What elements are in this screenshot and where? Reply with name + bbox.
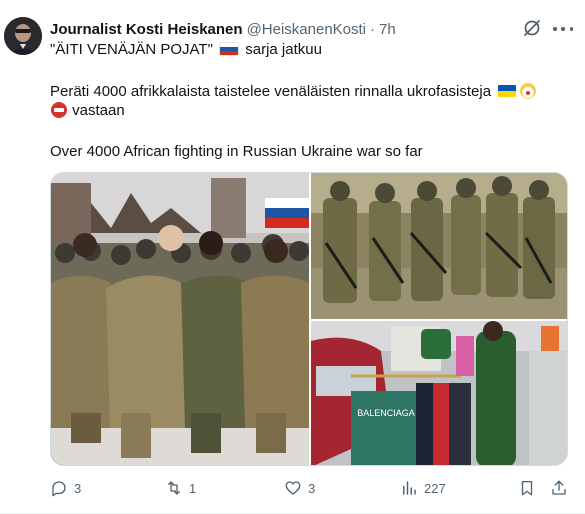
photo-armed-soldiers[interactable] [311,173,567,319]
share-icon [552,480,566,495]
like-count: 3 [308,480,316,496]
tweet-actions: 3 1 3 227 [50,475,575,501]
repost-button[interactable]: 1 [165,475,196,501]
tweet-text-series: sarja jatkuu [245,41,322,58]
share-button[interactable] [550,475,574,501]
media-grid: BALENCIAGA [50,172,568,466]
repost-count: 1 [189,480,197,496]
tweet-text-line-1: "ÄITI VENÄJÄN POJAT" sarja jatkuu [50,40,570,60]
more-icon[interactable] [553,22,573,36]
tweet-text-quote: "ÄITI VENÄJÄN POJAT" [50,41,213,58]
photo-soldiers-group[interactable] [51,173,309,465]
russia-flag-icon [220,43,239,55]
author-name[interactable]: Journalist Kosti Heiskanen [50,21,243,38]
tweet[interactable]: Journalist Kosti Heiskanen @HeiskanenKos… [0,0,585,514]
like-button[interactable]: 3 [284,475,315,501]
bookmark-button[interactable] [518,475,542,501]
more-dot [561,27,565,31]
author-handle[interactable]: @HeiskanenKosti [247,21,366,38]
reply-count: 3 [74,480,82,496]
more-dot [553,27,557,31]
tweet-text-against: vastaan [72,102,125,119]
heart-icon [285,481,301,495]
angry-face-icon [51,102,67,118]
photo-clothing-market[interactable]: BALENCIAGA [311,321,567,465]
views-icon [403,481,416,495]
views-count: 227 [424,480,446,496]
reply-icon [52,481,66,497]
shirt-text: BALENCIAGA [357,408,415,418]
grok-icon[interactable] [522,18,542,38]
bookmark-icon [521,480,533,496]
avatar[interactable] [4,17,42,55]
tweet-text-english: Over 4000 African fighting in Russian Uk… [50,143,423,160]
tweet-text-line-3: vastaan [50,101,570,121]
tweet-text-finnish: Peräti 4000 afrikkalaista taistelee venä… [50,83,492,100]
ukraine-flag-icon [498,85,517,97]
views-button[interactable]: 227 [400,475,446,501]
timestamp[interactable]: 7h [379,21,396,38]
clown-icon [520,83,537,99]
tweet-text-line-2: Peräti 4000 afrikkalaista taistelee venä… [50,82,570,102]
tweet-header: Journalist Kosti Heiskanen @HeiskanenKos… [50,18,555,40]
separator-dot: · [370,20,376,38]
tweet-text-line-4: Over 4000 African fighting in Russian Uk… [50,142,570,162]
reply-button[interactable]: 3 [50,475,81,501]
more-dot [569,27,573,31]
repost-icon [168,481,180,495]
